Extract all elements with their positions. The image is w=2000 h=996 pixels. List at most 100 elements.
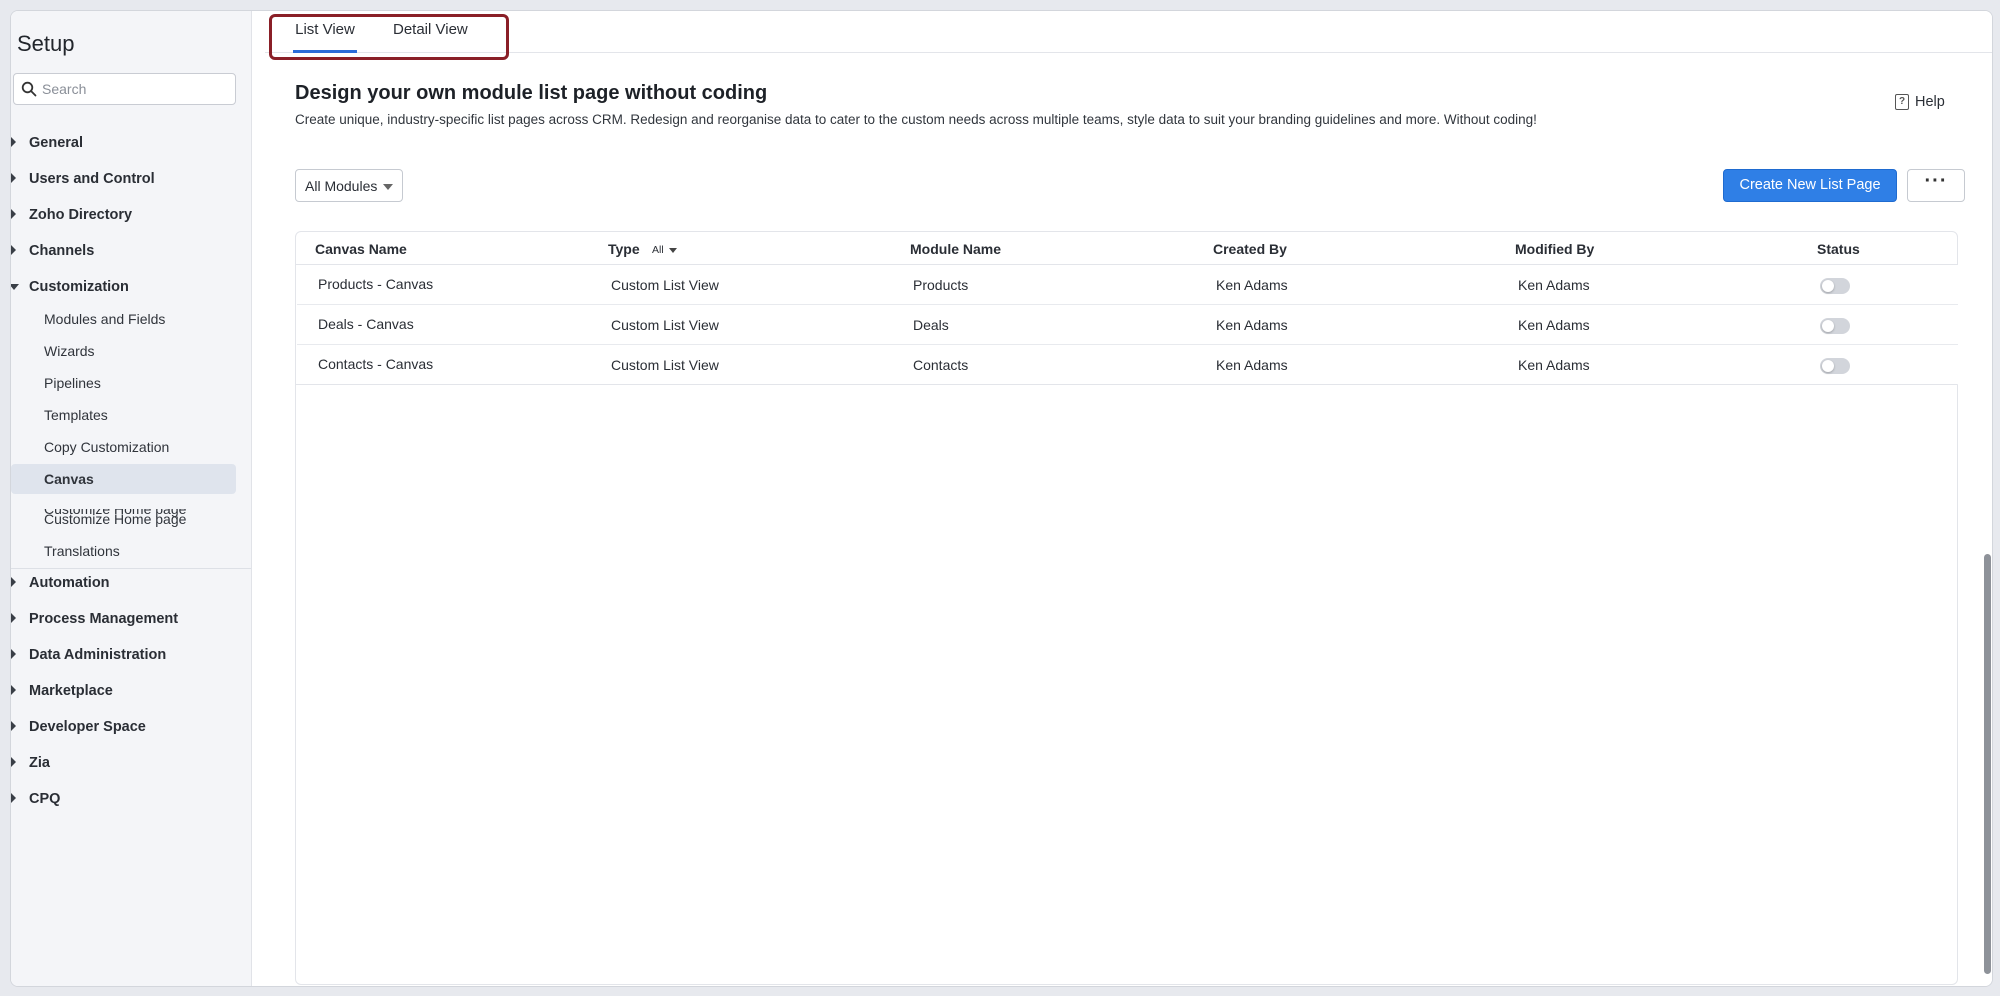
table-row[interactable]: Deals - Canvas Custom List View Deals Ke…	[297, 305, 1958, 345]
sidebar-subitem-canvas[interactable]: Canvas	[11, 464, 236, 494]
sidebar-subitem-pipelines[interactable]: Pipelines	[11, 368, 236, 398]
page-description: Create unique, industry-specific list pa…	[295, 112, 1537, 127]
toggle-knob	[1822, 280, 1834, 292]
caret-right-icon	[11, 245, 16, 255]
caret-right-icon	[11, 577, 16, 587]
table-row[interactable]: Contacts - Canvas Custom List View Conta…	[297, 345, 1958, 385]
sidebar-item-label: CPQ	[29, 791, 61, 807]
sidebar-title: Setup	[17, 31, 75, 56]
canvas-name-cell[interactable]: Products - Canvas	[318, 276, 433, 292]
sidebar-item-label: Channels	[29, 243, 95, 259]
chevron-down-icon	[668, 247, 677, 253]
column-header-canvas-name: Canvas Name	[315, 241, 407, 257]
sidebar-subitem-label: Wizards	[44, 343, 95, 359]
column-header-modified-by: Modified By	[1515, 241, 1595, 257]
column-header-module-name: Module Name	[910, 241, 1002, 257]
main-content: List View Detail View Design your own mo…	[265, 11, 1992, 986]
sidebar-item-label: Automation	[29, 575, 110, 591]
tab-detail-view[interactable]: Detail View	[393, 21, 468, 53]
sidebar-item-customization[interactable]: Customization	[11, 277, 246, 299]
sidebar-item-automation[interactable]: Automation	[11, 573, 246, 595]
table-header: Canvas Name Type All Module Name Created…	[296, 232, 1957, 265]
type-cell: Custom List View	[611, 357, 719, 373]
table-divider	[296, 384, 1957, 385]
sidebar-item-label: Data Administration	[29, 647, 167, 663]
sidebar-divider	[11, 568, 251, 569]
type-filter-value: All	[652, 244, 664, 256]
vertical-scrollbar[interactable]	[1984, 554, 1991, 974]
table-row[interactable]: Products - Canvas Custom List View Produ…	[297, 265, 1958, 305]
caret-right-icon	[11, 757, 16, 767]
chevron-down-icon	[383, 184, 393, 190]
caret-down-icon	[11, 284, 19, 290]
sidebar-subitem-label: Templates	[44, 407, 108, 423]
module-cell: Products	[913, 277, 969, 293]
sidebar-item-label: Marketplace	[29, 683, 113, 699]
sidebar-item-process-management[interactable]: Process Management	[11, 609, 246, 631]
sidebar-item-label: Process Management	[29, 611, 179, 627]
sidebar-subitem-customize-home-page[interactable]: Customize Home page	[11, 504, 236, 534]
sidebar-item-label: Users and Control	[29, 171, 155, 187]
sidebar-subitem-label: Translations	[44, 543, 120, 559]
help-icon: ?	[1895, 94, 1909, 110]
modified-by-cell: Ken Adams	[1518, 277, 1590, 293]
status-toggle[interactable]	[1820, 278, 1850, 294]
sidebar-item-label: Zoho Directory	[29, 207, 133, 223]
search-input[interactable]	[42, 78, 232, 100]
sidebar-subitem-translations[interactable]: Translations	[11, 536, 236, 566]
sidebar-item-general[interactable]: General	[11, 133, 246, 155]
caret-right-icon	[11, 721, 16, 731]
status-toggle[interactable]	[1820, 318, 1850, 334]
sidebar-subitem-templates[interactable]: Templates	[11, 400, 236, 430]
caret-right-icon	[11, 209, 16, 219]
modified-by-cell: Ken Adams	[1518, 357, 1590, 373]
sidebar-item-developer-space[interactable]: Developer Space	[11, 717, 246, 739]
sidebar-item-channels[interactable]: Channels	[11, 241, 246, 263]
caret-right-icon	[11, 649, 16, 659]
created-by-cell: Ken Adams	[1216, 317, 1288, 333]
sidebar-item-users-and-control[interactable]: Users and Control	[11, 169, 246, 191]
canvas-name-cell[interactable]: Contacts - Canvas	[318, 356, 433, 372]
column-header-created-by: Created By	[1213, 241, 1287, 257]
help-label: Help	[1915, 94, 1945, 110]
more-options-button[interactable]: ···	[1907, 169, 1965, 202]
sidebar-subitem-label: Copy Customization	[44, 439, 170, 455]
module-filter-value: All Modules	[305, 178, 378, 194]
sidebar-subitem-label: Modules and Fields	[44, 311, 166, 327]
create-new-list-page-button[interactable]: Create New List Page	[1723, 169, 1897, 202]
sidebar-item-cpq[interactable]: CPQ	[11, 789, 246, 811]
help-link[interactable]: ? Help	[1895, 94, 1945, 110]
sidebar-subitem-label: Customize Home page	[44, 511, 187, 527]
sidebar-item-zoho-directory[interactable]: Zoho Directory	[11, 205, 246, 227]
sidebar-item-label: Developer Space	[29, 719, 146, 735]
caret-right-icon	[11, 613, 16, 623]
sidebar-item-data-administration[interactable]: Data Administration	[11, 645, 246, 667]
sidebar-subitem-copy-customization[interactable]: Copy Customization	[11, 432, 236, 462]
sidebar-item-label: Zia	[29, 755, 50, 771]
tab-list-view[interactable]: List View	[293, 21, 357, 53]
page-title: Design your own module list page without…	[295, 82, 768, 104]
app-window: Setup General Users and Control Zoho Dir…	[10, 10, 1993, 987]
created-by-cell: Ken Adams	[1216, 357, 1288, 373]
column-header-type: Type	[608, 241, 640, 257]
created-by-cell: Ken Adams	[1216, 277, 1288, 293]
caret-right-icon	[11, 685, 16, 695]
status-toggle[interactable]	[1820, 358, 1850, 374]
sidebar-item-label: General	[29, 135, 83, 151]
sidebar-item-label: Customization	[29, 279, 129, 295]
module-filter-dropdown[interactable]: All Modules	[295, 169, 403, 202]
type-filter-dropdown[interactable]: All	[652, 244, 677, 256]
sidebar-item-zia[interactable]: Zia	[11, 753, 246, 775]
canvas-table: Canvas Name Type All Module Name Created…	[295, 231, 1958, 985]
modified-by-cell: Ken Adams	[1518, 317, 1590, 333]
sidebar-item-marketplace[interactable]: Marketplace	[11, 681, 246, 703]
sidebar-subitem-wizards[interactable]: Wizards	[11, 336, 236, 366]
column-header-status: Status	[1817, 241, 1860, 257]
type-cell: Custom List View	[611, 317, 719, 333]
caret-right-icon	[11, 173, 16, 183]
toggle-knob	[1822, 320, 1834, 332]
search-box[interactable]	[13, 73, 236, 105]
sidebar-subitem-modules-and-fields[interactable]: Modules and Fields	[11, 304, 236, 334]
canvas-name-cell[interactable]: Deals - Canvas	[318, 316, 414, 332]
type-cell: Custom List View	[611, 277, 719, 293]
